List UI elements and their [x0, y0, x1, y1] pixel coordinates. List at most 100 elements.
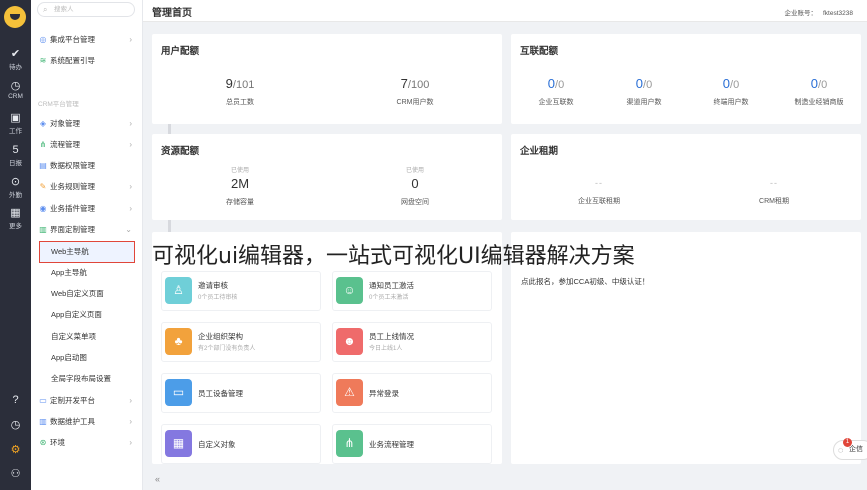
stat-total: /0 [730, 79, 740, 91]
sidebar-item-label: 数据权限管理 [50, 161, 95, 170]
stat-label: 存储容量 [226, 199, 254, 206]
sidebar-item-custom-menu[interactable]: 自定义菜单项 [31, 328, 142, 346]
user-switch-icon[interactable]: ⚇ [0, 467, 31, 480]
sidebar-item-label: 集成平台管理 [50, 35, 95, 44]
chevron-right-icon: › [129, 119, 132, 128]
app-rail: ✔ 待办 ◷ CRM ▣ 工作 5 日报 ⊙ 外勤 ▦ 更多 ? ◷ ⚙ ⚇ [0, 0, 31, 490]
stat-used: 0 [810, 76, 819, 91]
stat-crm-lease: -- CRM租期 [726, 178, 822, 206]
stat-storage: 已使用 2M 存储容量 [192, 165, 288, 207]
chat-float-button[interactable]: ◌ 1 企信 [833, 438, 867, 460]
sidebar-item-label: 业务规则管理 [50, 182, 95, 191]
stamp-icon: ♙ [165, 277, 192, 304]
chevron-right-icon: › [129, 417, 132, 426]
sidebar-item-label: 业务插件管理 [50, 204, 95, 213]
rail-item-work[interactable]: ▣ 工作 [0, 112, 31, 135]
grid-icon: ▦ [10, 207, 21, 219]
sidebar-item-environment[interactable]: ⊛ 环境 › [31, 434, 142, 452]
stat-enterprise-interconnect: 0/0 企业互联数 [519, 76, 593, 107]
rail-item-crm[interactable]: ◷ CRM [0, 80, 31, 100]
rail-item-more[interactable]: ▦ 更多 [0, 207, 31, 230]
shortcut-staff-online[interactable]: ☻ 员工上线情况 今日上线1人 [332, 322, 492, 362]
chevron-right-icon: › [129, 396, 132, 405]
sidebar-item-ui-custom[interactable]: ▥ 界面定制管理 ⌄ [31, 221, 142, 239]
shortcut-name: 企业组织架构 [198, 332, 243, 341]
stat-crm-users: 7/100 CRM用户数 [367, 76, 463, 107]
custom-object-icon: ▦ [165, 430, 192, 457]
sidebar: ⌕ 搜索人 ◎ 集成平台管理 › ≋ 系统配置引导 CRM平台管理 ◈ 对象管理… [31, 0, 171, 490]
sidebar-item-label: 数据维护工具 [50, 417, 95, 426]
flow-icon: ⋔ [39, 140, 47, 149]
stat-value: -- [770, 178, 778, 188]
sidebar-item-label: App启动图 [51, 353, 87, 362]
chevron-right-icon: › [129, 182, 132, 191]
stat-used: 0 [635, 76, 644, 91]
sidebar-item-label: 流程管理 [50, 140, 80, 149]
shortcut-workflow[interactable]: ⋔ 业务流程管理 [332, 424, 492, 464]
stat-label: 网盘空间 [401, 199, 429, 206]
page-title: 管理首页 [152, 8, 192, 19]
sidebar-item-app-nav[interactable]: App主导航 [31, 264, 142, 282]
check-circle-icon: ✔ [10, 48, 21, 60]
sidebar-item-field-layout[interactable]: 全局字段布局设置 [31, 370, 142, 388]
sidebar-item-web-nav[interactable]: Web主导航 [39, 241, 135, 263]
sidebar-item-plugins[interactable]: ◉ 业务插件管理 › [31, 200, 142, 218]
sidebar-item-config-guide[interactable]: ≋ 系统配置引导 [31, 52, 142, 70]
rail-item-field[interactable]: ⊙ 外勤 [0, 176, 31, 199]
shortcut-org-chart[interactable]: ♣ 企业组织架构 有2个部门没有负责人 [161, 322, 321, 362]
wifi-icon: ≋ [39, 56, 47, 65]
stat-label: 渠道用户数 [626, 99, 662, 106]
certification-notice-link[interactable]: 点此报名，参加CCA初级、中级认证！ [521, 276, 649, 287]
shortcut-sub: 0个员工待审核 [198, 295, 238, 301]
sidebar-item-dev-platform[interactable]: ▭ 定制开发平台 › [31, 392, 142, 410]
help-icon[interactable]: ? [0, 394, 31, 406]
rail-item-daily[interactable]: 5 日报 [0, 144, 31, 167]
interconnect-quota-card: 互联配额 0/0 企业互联数 0/0 渠道用户数 0/0 终端用户数 0/0 制… [511, 34, 861, 124]
shortcut-device-management[interactable]: ▭ 员工设备管理 [161, 373, 321, 413]
stat-caption: 已使用 [405, 168, 424, 174]
sidebar-item-objects[interactable]: ◈ 对象管理 › [31, 115, 142, 133]
stat-used: 0 [547, 76, 556, 91]
sidebar-item-flows[interactable]: ⋔ 流程管理 › [31, 136, 142, 154]
rail-item-todo[interactable]: ✔ 待办 [0, 48, 31, 71]
briefcase-icon: ▣ [10, 112, 21, 124]
sidebar-item-app-custom-page[interactable]: App自定义页面 [31, 306, 142, 324]
shortcut-name: 业务流程管理 [369, 440, 414, 449]
shortcut-notify-activate[interactable]: ☺ 通知员工激活 0个员工未激活 [332, 271, 492, 311]
shortcut-invite-review[interactable]: ♙ 邀请审核 0个员工待审核 [161, 271, 321, 311]
rail-item-label: 外勤 [9, 192, 22, 199]
stat-total-employees: 9/101 总员工数 [192, 76, 288, 107]
sidebar-item-label: 界面定制管理 [50, 225, 95, 234]
chart-icon: ▥ [39, 417, 47, 426]
sidebar-item-integration[interactable]: ◎ 集成平台管理 › [31, 31, 142, 49]
stat-total: /0 [643, 79, 653, 91]
sidebar-item-rules[interactable]: ✎ 业务规则管理 › [31, 178, 142, 196]
shortcut-name: 异常登录 [369, 389, 399, 398]
gear-icon[interactable]: ⚙ [0, 443, 31, 456]
user-add-icon: ☺ [336, 277, 363, 304]
app-logo-icon[interactable] [4, 6, 26, 28]
shortcut-name: 员工上线情况 [369, 332, 414, 341]
sidebar-item-app-splash[interactable]: App启动图 [31, 349, 142, 367]
org-chart-icon: ♣ [165, 328, 192, 355]
search-placeholder: 搜索人 [54, 6, 74, 13]
stat-value: 0 [411, 176, 419, 191]
sidebar-item-label: 环境 [50, 438, 65, 447]
stat-label: 终端用户数 [713, 99, 749, 106]
collapse-icon[interactable]: « [155, 474, 160, 484]
stat-terminal-users: 0/0 终端用户数 [694, 76, 768, 107]
search-input[interactable]: ⌕ 搜索人 [37, 2, 135, 17]
shortcut-sub: 有2个部门没有负责人 [198, 346, 256, 352]
shortcut-custom-object[interactable]: ▦ 自定义对象 [161, 424, 321, 464]
sidebar-item-label: 全局字段布局设置 [51, 374, 111, 383]
sidebar-item-web-custom-page[interactable]: Web自定义页面 [31, 285, 142, 303]
shortcut-sub: 今日上线1人 [369, 346, 403, 352]
stat-value: 2M [230, 176, 250, 191]
history-icon[interactable]: ◷ [0, 418, 31, 431]
sidebar-item-permissions[interactable]: ▤ 数据权限管理 [31, 157, 142, 175]
stat-total: /0 [555, 79, 565, 91]
sidebar-item-data-tools[interactable]: ▥ 数据维护工具 › [31, 413, 142, 431]
rule-icon: ✎ [39, 182, 47, 191]
shortcut-abnormal-login[interactable]: ⚠ 异常登录 [332, 373, 492, 413]
stat-used: 9 [225, 76, 233, 91]
